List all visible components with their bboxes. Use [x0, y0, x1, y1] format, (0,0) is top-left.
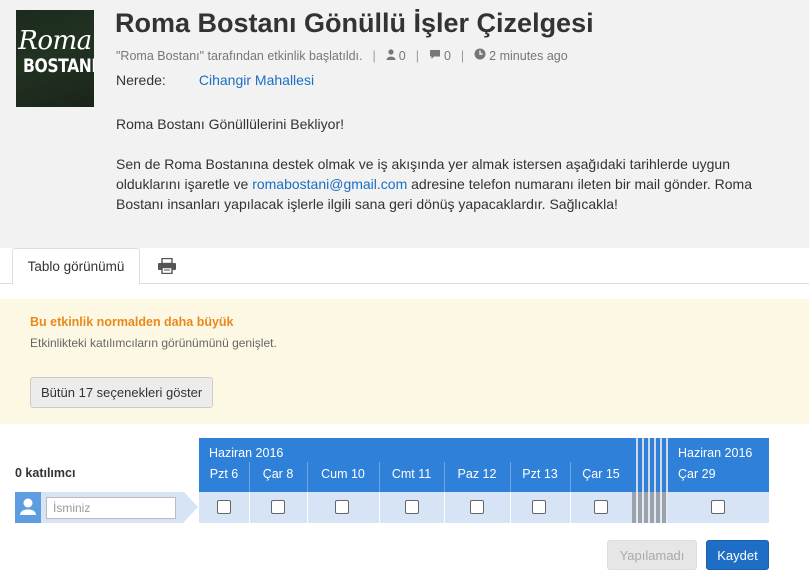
- person-icon: [386, 48, 396, 63]
- option-checkbox[interactable]: [532, 500, 546, 514]
- row-arrow: [184, 492, 198, 522]
- row-divider: [307, 492, 308, 523]
- option-date: Pzt 6: [209, 467, 239, 481]
- location-row: Nerede: Cihangir Mahallesi: [116, 72, 314, 88]
- comments-count: 0: [443, 48, 451, 63]
- meta-separator: |: [372, 48, 376, 63]
- option-checkbox[interactable]: [594, 500, 608, 514]
- notice-heading: Bu etkinlik normalden daha büyük: [30, 315, 234, 329]
- participant-name-input[interactable]: [46, 497, 176, 519]
- time-ago: 2 minutes ago: [489, 48, 568, 63]
- large-poll-notice: Bu etkinlik normalden daha büyük Etkinli…: [0, 299, 809, 424]
- option-checkbox[interactable]: [271, 500, 285, 514]
- participants-count-label: 0 katılımcı: [15, 466, 76, 480]
- option-date: Pzt 13: [522, 467, 558, 481]
- page-title: Roma Bostanı Gönüllü İşler Çizelgesi: [115, 8, 594, 38]
- collapsed-options-row: [632, 492, 668, 523]
- email-link[interactable]: romabostani@gmail.com: [252, 176, 407, 192]
- comment-icon: [429, 49, 441, 63]
- option-date: Cmt 11: [391, 467, 432, 481]
- row-divider: [444, 492, 445, 523]
- row-divider: [510, 492, 511, 523]
- location-link[interactable]: Cihangir Mahallesi: [199, 72, 314, 88]
- location-label: Nerede:: [116, 72, 166, 88]
- user-icon: [15, 492, 41, 523]
- notice-text: Etkinlikteki katılımcıların görünümünü g…: [30, 336, 277, 350]
- option-date: Cum 10: [321, 467, 365, 481]
- printer-icon[interactable]: [157, 257, 177, 275]
- row-divider: [249, 492, 250, 523]
- meta-separator: |: [460, 48, 465, 63]
- logo-line1: Roma: [18, 26, 92, 56]
- collapsed-options-handle[interactable]: [632, 438, 668, 523]
- month-label: Haziran 2016: [678, 446, 753, 460]
- option-date: Paz 12: [457, 467, 497, 481]
- row-divider: [570, 492, 571, 523]
- poll-meta: "Roma Bostanı" tarafından etkinlik başla…: [116, 48, 568, 63]
- save-button[interactable]: Kaydet: [706, 540, 769, 570]
- option-checkbox[interactable]: [217, 500, 231, 514]
- show-all-options-button[interactable]: Bütün 17 seçenekleri göster: [30, 377, 214, 408]
- clock-icon: [474, 48, 486, 63]
- option-date: Çar 15: [582, 467, 620, 481]
- option-checkbox[interactable]: [470, 500, 484, 514]
- option-checkbox[interactable]: [405, 500, 419, 514]
- view-tabs: Tablo görünümü: [0, 248, 809, 285]
- started-by-text: "Roma Bostanı" tarafından etkinlik başla…: [116, 48, 363, 63]
- option-checkbox[interactable]: [711, 500, 725, 514]
- option-date: Çar 8: [262, 467, 294, 481]
- poll-description: Roma Bostanı Gönüllülerini Bekliyor! Sen…: [116, 114, 796, 234]
- description-paragraph: Sen de Roma Bostanına destek olmak ve iş…: [116, 154, 796, 214]
- month-label: Haziran 2016: [209, 446, 284, 460]
- option-checkbox[interactable]: [335, 500, 349, 514]
- logo-line2: BOSTANI: [23, 55, 94, 77]
- participants-count: 0: [398, 48, 406, 63]
- cannot-attend-button[interactable]: Yapılamadı: [607, 540, 697, 570]
- row-divider: [379, 492, 380, 523]
- organizer-logo: Roma BOSTANI: [16, 10, 94, 107]
- option-date: Çar 29: [678, 467, 716, 481]
- description-line1: Roma Bostanı Gönüllülerini Bekliyor!: [116, 116, 344, 132]
- meta-separator: |: [415, 48, 419, 63]
- tab-table-view[interactable]: Tablo görünümü: [12, 248, 140, 285]
